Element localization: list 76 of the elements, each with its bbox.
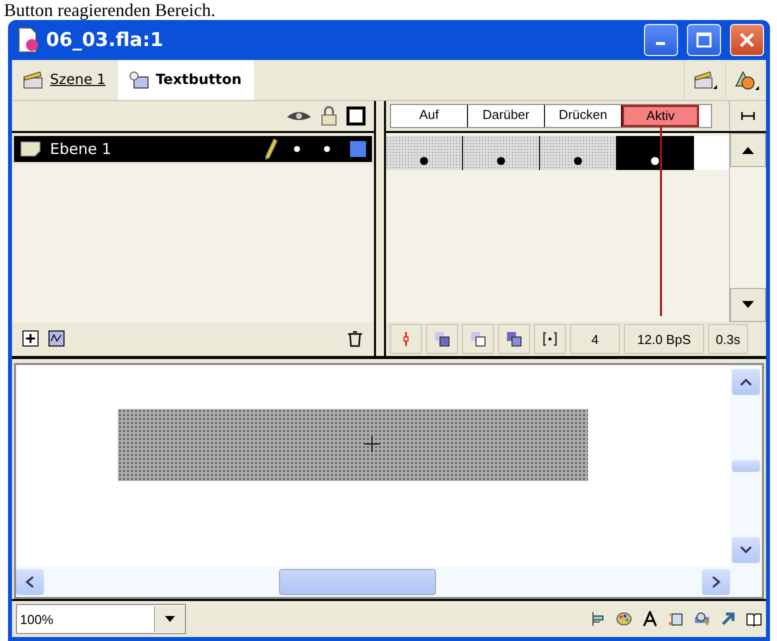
outline-icon[interactable] — [346, 106, 366, 126]
onion-skin-button[interactable] — [426, 324, 458, 354]
crosshair-icon — [363, 435, 381, 453]
scroll-right-button[interactable] — [702, 569, 730, 595]
onion-outline-button[interactable] — [462, 324, 494, 354]
frame-rate: 12.0 BpS — [624, 324, 704, 354]
up-triangle-icon[interactable] — [742, 146, 754, 154]
frame-label[interactable]: Aktiv — [622, 105, 699, 127]
scroll-up-button[interactable] — [732, 369, 760, 395]
center-frame-button[interactable] — [390, 324, 422, 354]
elapsed-time: 0.3s — [708, 324, 748, 354]
lock-icon[interactable] — [320, 106, 338, 126]
lock-dot[interactable] — [324, 146, 330, 152]
visibility-dot[interactable] — [294, 146, 300, 152]
onion-outline-icon[interactable] — [470, 331, 486, 347]
layer-color-swatch[interactable] — [350, 141, 366, 157]
document-icon — [16, 27, 40, 53]
close-button[interactable] — [730, 24, 764, 56]
scroll-down-button[interactable] — [732, 537, 760, 563]
add-layer-icon[interactable] — [22, 330, 40, 348]
brackets-icon[interactable] — [542, 331, 558, 347]
breadcrumb-link[interactable]: Szene 1 — [12, 60, 118, 100]
maximize-button[interactable] — [687, 24, 721, 56]
caret-icon[interactable] — [165, 616, 175, 622]
onion-skin-icon[interactable] — [434, 331, 450, 347]
clapperboard-icon[interactable] — [22, 70, 44, 90]
keyframe-cell[interactable] — [617, 136, 694, 170]
onion-markers-button[interactable] — [534, 324, 566, 354]
breadcrumb-link[interactable]: Textbutton — [118, 60, 254, 100]
text-tool-icon[interactable] — [642, 611, 658, 627]
symbol-icon[interactable] — [128, 70, 150, 90]
up-chevron-icon[interactable] — [740, 377, 752, 387]
scrollbar[interactable] — [16, 567, 730, 597]
pencil-icon — [264, 138, 278, 160]
caption-text: Button reagierenden Bereich. — [3, 0, 216, 20]
keyframe-dot — [651, 157, 659, 165]
frame-label[interactable]: Darüber — [468, 105, 545, 127]
close-icon[interactable] — [739, 32, 755, 48]
scroll-left-button[interactable] — [16, 569, 44, 595]
right-chevron-icon[interactable] — [711, 576, 721, 588]
keyframe-cell[interactable] — [540, 136, 617, 170]
down-triangle-icon[interactable] — [742, 301, 754, 309]
align-icon[interactable] — [590, 611, 606, 627]
minimize-button[interactable] — [644, 24, 678, 56]
zoom-dropdown[interactable]: 100% — [16, 604, 186, 634]
scroll-thumb[interactable] — [279, 569, 436, 595]
book-icon[interactable] — [746, 611, 762, 627]
scrollbar[interactable] — [730, 365, 762, 597]
keyframe-cell[interactable] — [386, 136, 463, 170]
scrollbar[interactable] — [729, 133, 766, 322]
layer-row[interactable]: Ebene 1 — [14, 136, 372, 162]
scroll-up-button[interactable] — [730, 133, 766, 167]
left-chevron-icon[interactable] — [25, 576, 35, 588]
window-title: 06_03.fla:1 — [46, 29, 164, 51]
clapperboard-icon[interactable] — [693, 69, 717, 91]
keyframe-dot — [574, 157, 582, 165]
keyframe-dot — [420, 157, 428, 165]
arrow-icon[interactable] — [720, 611, 736, 627]
frame-label[interactable]: Auf — [391, 105, 468, 127]
scroll-thumb[interactable] — [732, 460, 760, 472]
transform-icon[interactable] — [668, 611, 684, 627]
layer-icon — [20, 140, 42, 158]
down-chevron-icon[interactable] — [740, 545, 752, 555]
keyframe-cell[interactable] — [463, 136, 540, 170]
scroll-down-button[interactable] — [730, 288, 766, 322]
layer-name: Ebene 1 — [50, 140, 112, 158]
button-hit-area[interactable] — [118, 409, 588, 481]
palette-icon[interactable] — [616, 611, 632, 627]
trash-icon[interactable] — [346, 330, 364, 348]
keyframe-dot — [497, 157, 505, 165]
edit-frames-icon[interactable] — [506, 331, 522, 347]
add-guide-layer-icon[interactable] — [48, 330, 66, 348]
magnifier-icon[interactable] — [694, 611, 710, 627]
current-frame: 4 — [570, 324, 620, 354]
maximize-icon[interactable] — [696, 32, 712, 48]
edit-frames-button[interactable] — [498, 324, 530, 354]
